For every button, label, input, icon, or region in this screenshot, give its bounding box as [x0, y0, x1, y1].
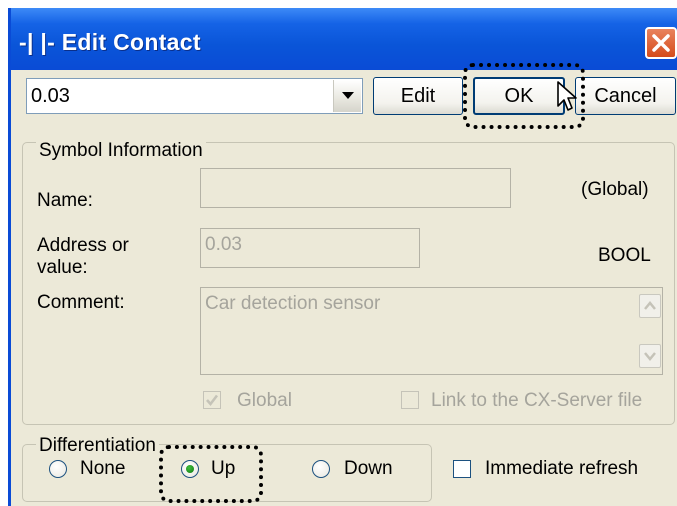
differentiation-legend: Differentiation: [36, 435, 159, 457]
name-label: Name:: [37, 190, 93, 211]
mouse-cursor-icon: [557, 81, 577, 111]
operand-combobox[interactable]: 0.03: [26, 78, 363, 114]
title-bar[interactable]: -| |- Edit Contact: [11, 8, 677, 70]
cancel-button[interactable]: Cancel: [575, 77, 676, 115]
link-cx-server-checkbox: [401, 391, 419, 409]
address-label-line1: Address or: [37, 235, 129, 256]
close-icon: [652, 34, 670, 52]
comment-field: Car detection sensor: [200, 287, 663, 375]
scroll-down-icon: [644, 352, 656, 361]
symbol-information-legend: Symbol Information: [36, 140, 206, 162]
immediate-refresh-checkbox[interactable]: [453, 460, 471, 478]
scroll-up-icon: [644, 301, 656, 310]
edit-button[interactable]: Edit: [373, 77, 463, 115]
checkmark-icon: [206, 394, 219, 407]
window-title: -| |- Edit Contact: [19, 29, 201, 55]
scope-label: (Global): [581, 179, 649, 200]
radio-none-label[interactable]: None: [80, 458, 125, 480]
radio-down[interactable]: [312, 460, 330, 478]
comment-label: Comment:: [37, 292, 125, 313]
radio-down-label[interactable]: Down: [344, 458, 393, 480]
address-value: 0.03: [205, 234, 242, 255]
link-cx-server-label: Link to the CX-Server file: [431, 390, 643, 411]
dropdown-arrow-icon: [342, 92, 354, 99]
address-field: 0.03: [200, 228, 420, 268]
up-highlight-marker: [159, 445, 263, 503]
data-type-label: BOOL: [598, 245, 651, 266]
comment-scroll-up-button: [639, 294, 661, 318]
edit-contact-dialog: -| |- Edit Contact 0.03 Edit OK Cancel S…: [8, 8, 677, 506]
comment-value: Car detection sensor: [205, 293, 381, 314]
operand-value: 0.03: [31, 85, 70, 107]
close-button[interactable]: [645, 27, 677, 59]
name-field: [200, 168, 511, 208]
address-label-line2: value:: [37, 257, 88, 278]
combobox-dropdown-button[interactable]: [333, 80, 361, 112]
immediate-refresh-label[interactable]: Immediate refresh: [485, 458, 638, 480]
global-label: Global: [237, 390, 292, 411]
comment-scroll-down-button: [639, 344, 661, 368]
global-checkbox: [203, 391, 221, 409]
radio-none[interactable]: [49, 460, 67, 478]
